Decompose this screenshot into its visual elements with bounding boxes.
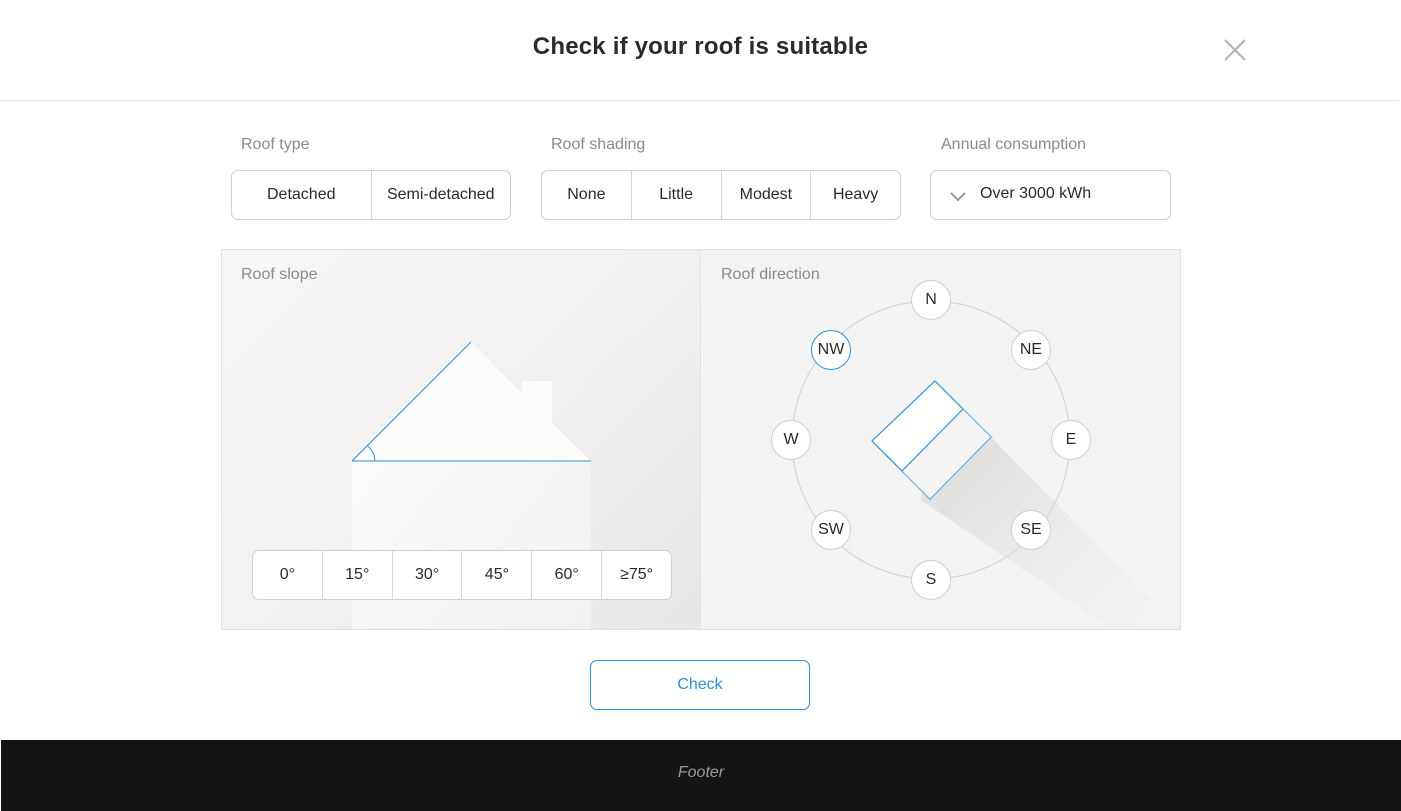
slope-option-60[interactable]: 60°	[531, 551, 601, 599]
slope-option-15[interactable]: 15°	[321, 551, 392, 599]
annual-consumption-label: Annual consumption	[941, 136, 1086, 153]
roof-config-panel: Roof slope 0° 15° 30° 45° 60° ≥75° Roof …	[221, 249, 1181, 630]
footer: Footer	[1, 740, 1401, 811]
shading-option-little[interactable]: Little	[630, 171, 721, 219]
close-icon[interactable]	[1222, 37, 1248, 63]
header: Check if your roof is suitable	[0, 0, 1399, 101]
direction-se[interactable]: SE	[1011, 510, 1051, 550]
direction-w[interactable]: W	[771, 420, 811, 460]
direction-s[interactable]: S	[911, 560, 951, 600]
direction-ne[interactable]: NE	[1011, 330, 1051, 370]
roof-direction-label: Roof direction	[721, 266, 820, 283]
slope-option-0[interactable]: 0°	[253, 551, 322, 599]
page-title: Check if your roof is suitable	[532, 33, 869, 60]
roof-slope-selector: 0° 15° 30° 45° 60° ≥75°	[252, 550, 672, 600]
roof-slope-label: Roof slope	[241, 266, 318, 283]
roof-shading-label: Roof shading	[551, 136, 646, 153]
direction-nw[interactable]: NW	[811, 330, 851, 370]
direction-e[interactable]: E	[1051, 420, 1091, 460]
shading-option-heavy[interactable]: Heavy	[810, 171, 900, 219]
roof-type-option-semi-detached[interactable]: Semi-detached	[370, 171, 511, 219]
roof-type-option-detached[interactable]: Detached	[232, 171, 371, 219]
roof-shading-selector: None Little Modest Heavy	[541, 170, 901, 220]
shading-option-none[interactable]: None	[542, 171, 631, 219]
annual-consumption-value: Over 3000 kWh	[980, 185, 1092, 202]
slope-option-45[interactable]: 45°	[461, 551, 531, 599]
annual-consumption-select[interactable]: Over 3000 kWh	[930, 170, 1171, 220]
slope-option-75-plus[interactable]: ≥75°	[601, 551, 671, 599]
slope-option-30[interactable]: 30°	[391, 551, 462, 599]
roof-type-label: Roof type	[241, 136, 310, 153]
footer-text: Footer	[677, 764, 725, 781]
direction-n[interactable]: N	[911, 280, 951, 320]
chevron-down-icon	[950, 192, 966, 202]
roof-type-selector: Detached Semi-detached	[231, 170, 511, 220]
direction-sw[interactable]: SW	[811, 510, 851, 550]
shading-option-modest[interactable]: Modest	[720, 171, 811, 219]
check-button[interactable]: Check	[590, 660, 810, 710]
